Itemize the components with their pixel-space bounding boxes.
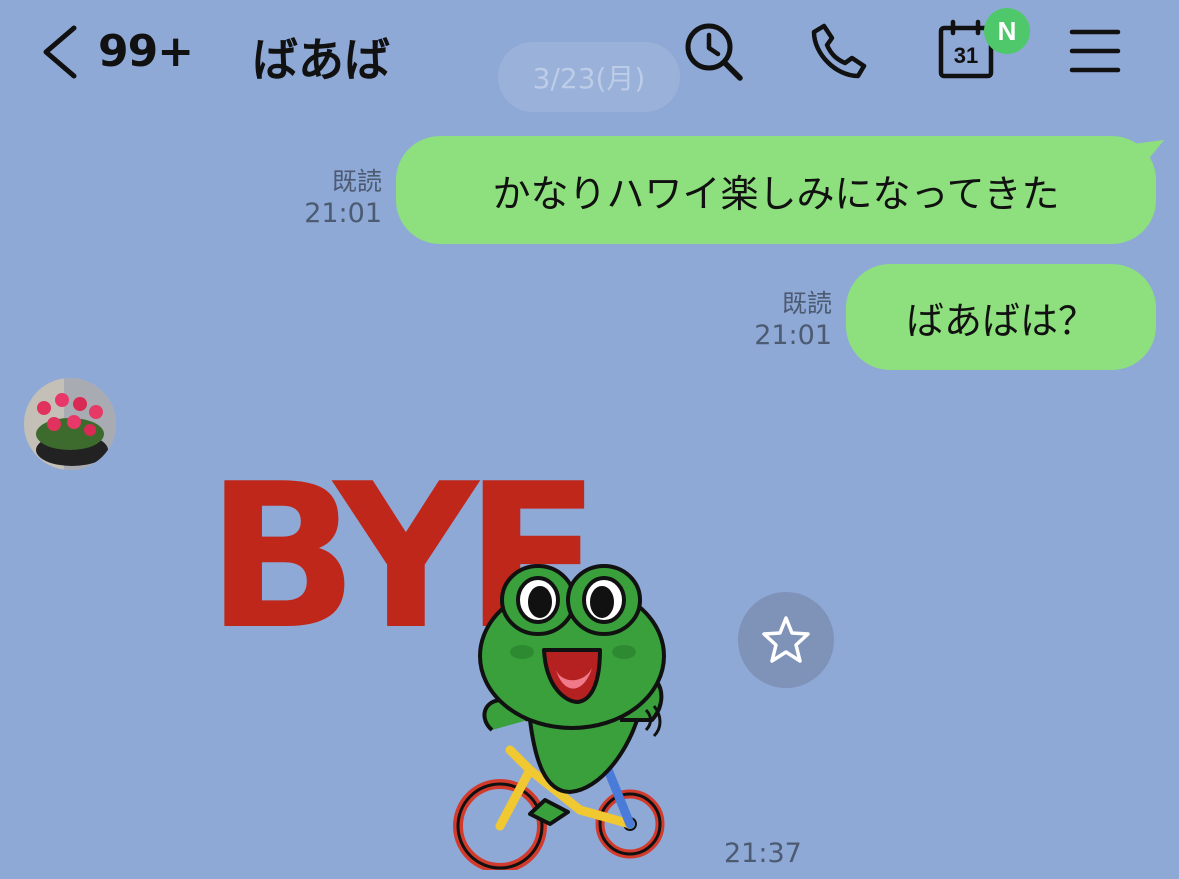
- message-meta: 既読 21:01: [290, 166, 382, 230]
- message-meta: 既読 21:01: [740, 288, 832, 352]
- back-chevron-icon[interactable]: [36, 24, 86, 80]
- bye-frog-sticker[interactable]: BYE: [200, 420, 680, 870]
- message-text: かなりハワイ楽しみになってきた: [492, 171, 1060, 216]
- sticker-time: 21:37: [724, 838, 802, 869]
- message-time: 21:01: [304, 198, 382, 229]
- message-bubble[interactable]: ばあばは？: [846, 264, 1156, 370]
- message-time: 21:01: [754, 320, 832, 351]
- read-receipt: 既読: [331, 167, 382, 196]
- message-bubble[interactable]: かなりハワイ楽しみになってきた: [396, 136, 1156, 244]
- date-separator: 3/23(月): [498, 42, 680, 112]
- unread-count[interactable]: 99+: [98, 26, 194, 77]
- chat-title: ばあば: [252, 33, 390, 87]
- favorite-sticker-button[interactable]: [738, 592, 834, 688]
- phone-icon[interactable]: [806, 20, 870, 84]
- calendar-day-text: 31: [954, 43, 978, 68]
- avatar[interactable]: [24, 378, 116, 470]
- read-receipt: 既読: [781, 289, 832, 318]
- star-icon: [762, 616, 810, 663]
- menu-icon[interactable]: [1068, 24, 1122, 78]
- new-badge: N: [984, 8, 1030, 54]
- search-history-icon[interactable]: [682, 20, 746, 84]
- flower-pot-photo: [24, 378, 116, 470]
- message-text: ばあばは？: [905, 298, 1096, 343]
